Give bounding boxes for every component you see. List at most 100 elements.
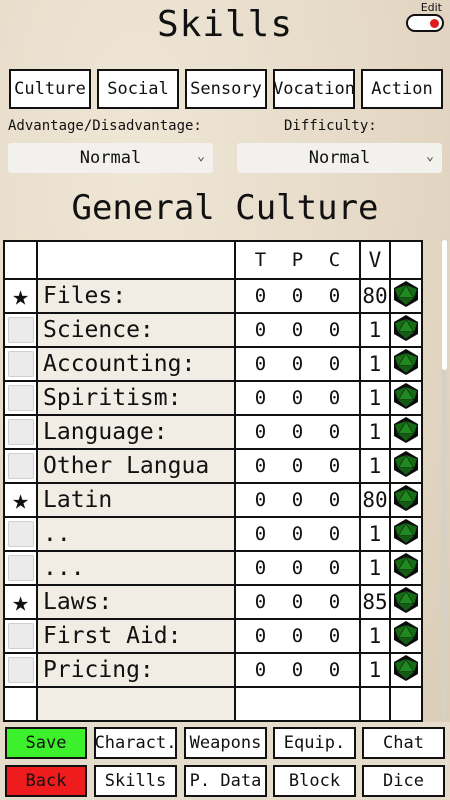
favorite-checkbox[interactable]	[7, 555, 34, 581]
skill-c[interactable]: 0	[329, 285, 340, 307]
skill-p[interactable]: 0	[292, 387, 303, 409]
personal-data-button[interactable]: P. Data	[184, 765, 267, 797]
skill-t[interactable]: 0	[255, 421, 266, 443]
skill-c[interactable]: 0	[329, 659, 340, 681]
roll-cell[interactable]	[389, 652, 423, 688]
roll-cell[interactable]	[389, 550, 423, 586]
skill-p[interactable]: 0	[292, 489, 303, 511]
table-row[interactable]: Spiritism: 0 0 0 1	[3, 380, 423, 416]
skill-c[interactable]: 0	[329, 421, 340, 443]
roll-cell[interactable]	[389, 346, 423, 382]
skill-c[interactable]: 0	[329, 319, 340, 341]
skill-p[interactable]: 0	[292, 557, 303, 579]
star-icon[interactable]: ★	[12, 279, 29, 312]
skill-p[interactable]: 0	[292, 285, 303, 307]
equipment-button[interactable]: Equip.	[273, 727, 356, 759]
skill-p[interactable]: 0	[292, 421, 303, 443]
star-cell[interactable]	[3, 686, 38, 722]
roll-cell[interactable]	[389, 686, 423, 722]
star-cell[interactable]	[3, 346, 38, 382]
star-cell[interactable]: ★	[3, 584, 38, 620]
skill-c[interactable]: 0	[329, 489, 340, 511]
star-cell[interactable]	[3, 312, 38, 348]
skill-t[interactable]: 0	[255, 659, 266, 681]
table-scrollbar[interactable]	[442, 240, 447, 720]
skill-p[interactable]: 0	[292, 591, 303, 613]
tab-vocation[interactable]: Vocation	[273, 69, 355, 109]
d20-dice-icon[interactable]	[393, 417, 419, 448]
skill-t[interactable]: 0	[255, 319, 266, 341]
table-row[interactable]: Pricing: 0 0 0 1	[3, 652, 423, 688]
tab-culture[interactable]: Culture	[9, 69, 91, 109]
skills-table[interactable]: T P C V ★ Files: 0 0 0 80 Science: 0 0 0 1 Accounti…	[3, 240, 428, 722]
skill-p[interactable]: 0	[292, 319, 303, 341]
advantage-select[interactable]: Normal ⌄	[8, 143, 213, 173]
skill-c[interactable]: 0	[329, 387, 340, 409]
favorite-checkbox[interactable]	[7, 657, 34, 683]
table-row[interactable]: Science: 0 0 0 1	[3, 312, 423, 348]
favorite-checkbox[interactable]	[7, 453, 34, 479]
d20-dice-icon[interactable]	[393, 553, 419, 584]
d20-dice-icon[interactable]	[393, 281, 419, 312]
tab-social[interactable]: Social	[97, 69, 179, 109]
favorite-checkbox[interactable]	[7, 351, 34, 377]
roll-cell[interactable]	[389, 584, 423, 620]
d20-dice-icon[interactable]	[393, 519, 419, 550]
skill-p[interactable]: 0	[292, 353, 303, 375]
d20-dice-icon[interactable]	[393, 587, 419, 618]
table-row[interactable]: Accounting: 0 0 0 1	[3, 346, 423, 382]
tab-action[interactable]: Action	[361, 69, 443, 109]
d20-dice-icon[interactable]	[393, 485, 419, 516]
table-row[interactable]: ★ Files: 0 0 0 80	[3, 278, 423, 314]
table-row[interactable]: Other Langua 0 0 0 1	[3, 448, 423, 484]
roll-cell[interactable]	[389, 414, 423, 450]
skill-c[interactable]: 0	[329, 353, 340, 375]
skill-t[interactable]: 0	[255, 285, 266, 307]
d20-dice-icon[interactable]	[393, 621, 419, 652]
star-icon[interactable]: ★	[12, 585, 29, 618]
skill-t[interactable]: 0	[255, 387, 266, 409]
save-button[interactable]: Save	[5, 727, 87, 759]
skill-t[interactable]: 0	[255, 591, 266, 613]
roll-cell[interactable]	[389, 482, 423, 518]
table-row[interactable]	[3, 686, 423, 722]
skill-t[interactable]: 0	[255, 353, 266, 375]
skill-p[interactable]: 0	[292, 455, 303, 477]
star-icon[interactable]: ★	[12, 483, 29, 516]
table-row[interactable]: ★ Laws: 0 0 0 85	[3, 584, 423, 620]
skill-p[interactable]: 0	[292, 625, 303, 647]
star-cell[interactable]	[3, 516, 38, 552]
star-cell[interactable]	[3, 550, 38, 586]
table-row[interactable]: .. 0 0 0 1	[3, 516, 423, 552]
tab-sensory[interactable]: Sensory	[185, 69, 267, 109]
chat-button[interactable]: Chat	[362, 727, 445, 759]
edit-toggle[interactable]	[406, 14, 444, 32]
back-button[interactable]: Back	[5, 765, 87, 797]
d20-dice-icon[interactable]	[393, 655, 419, 686]
star-cell[interactable]	[3, 652, 38, 688]
dice-button[interactable]: Dice	[362, 765, 445, 797]
d20-dice-icon[interactable]	[393, 451, 419, 482]
roll-cell[interactable]	[389, 380, 423, 416]
table-row[interactable]: ★ Latin 0 0 0 80	[3, 482, 423, 518]
d20-dice-icon[interactable]	[393, 315, 419, 346]
roll-cell[interactable]	[389, 312, 423, 348]
skill-t[interactable]: 0	[255, 523, 266, 545]
favorite-checkbox[interactable]	[7, 623, 34, 649]
favorite-checkbox[interactable]	[7, 317, 34, 343]
d20-dice-icon[interactable]	[393, 383, 419, 414]
favorite-checkbox[interactable]	[7, 385, 34, 411]
skill-p[interactable]: 0	[292, 523, 303, 545]
skill-c[interactable]: 0	[329, 523, 340, 545]
favorite-checkbox[interactable]	[7, 419, 34, 445]
skill-t[interactable]: 0	[255, 625, 266, 647]
skill-c[interactable]: 0	[329, 557, 340, 579]
skill-t[interactable]: 0	[255, 455, 266, 477]
roll-cell[interactable]	[389, 448, 423, 484]
star-cell[interactable]	[3, 380, 38, 416]
skill-t[interactable]: 0	[255, 557, 266, 579]
star-cell[interactable]: ★	[3, 482, 38, 518]
skill-c[interactable]: 0	[329, 455, 340, 477]
scrollbar-thumb[interactable]	[442, 240, 447, 370]
skill-c[interactable]: 0	[329, 591, 340, 613]
